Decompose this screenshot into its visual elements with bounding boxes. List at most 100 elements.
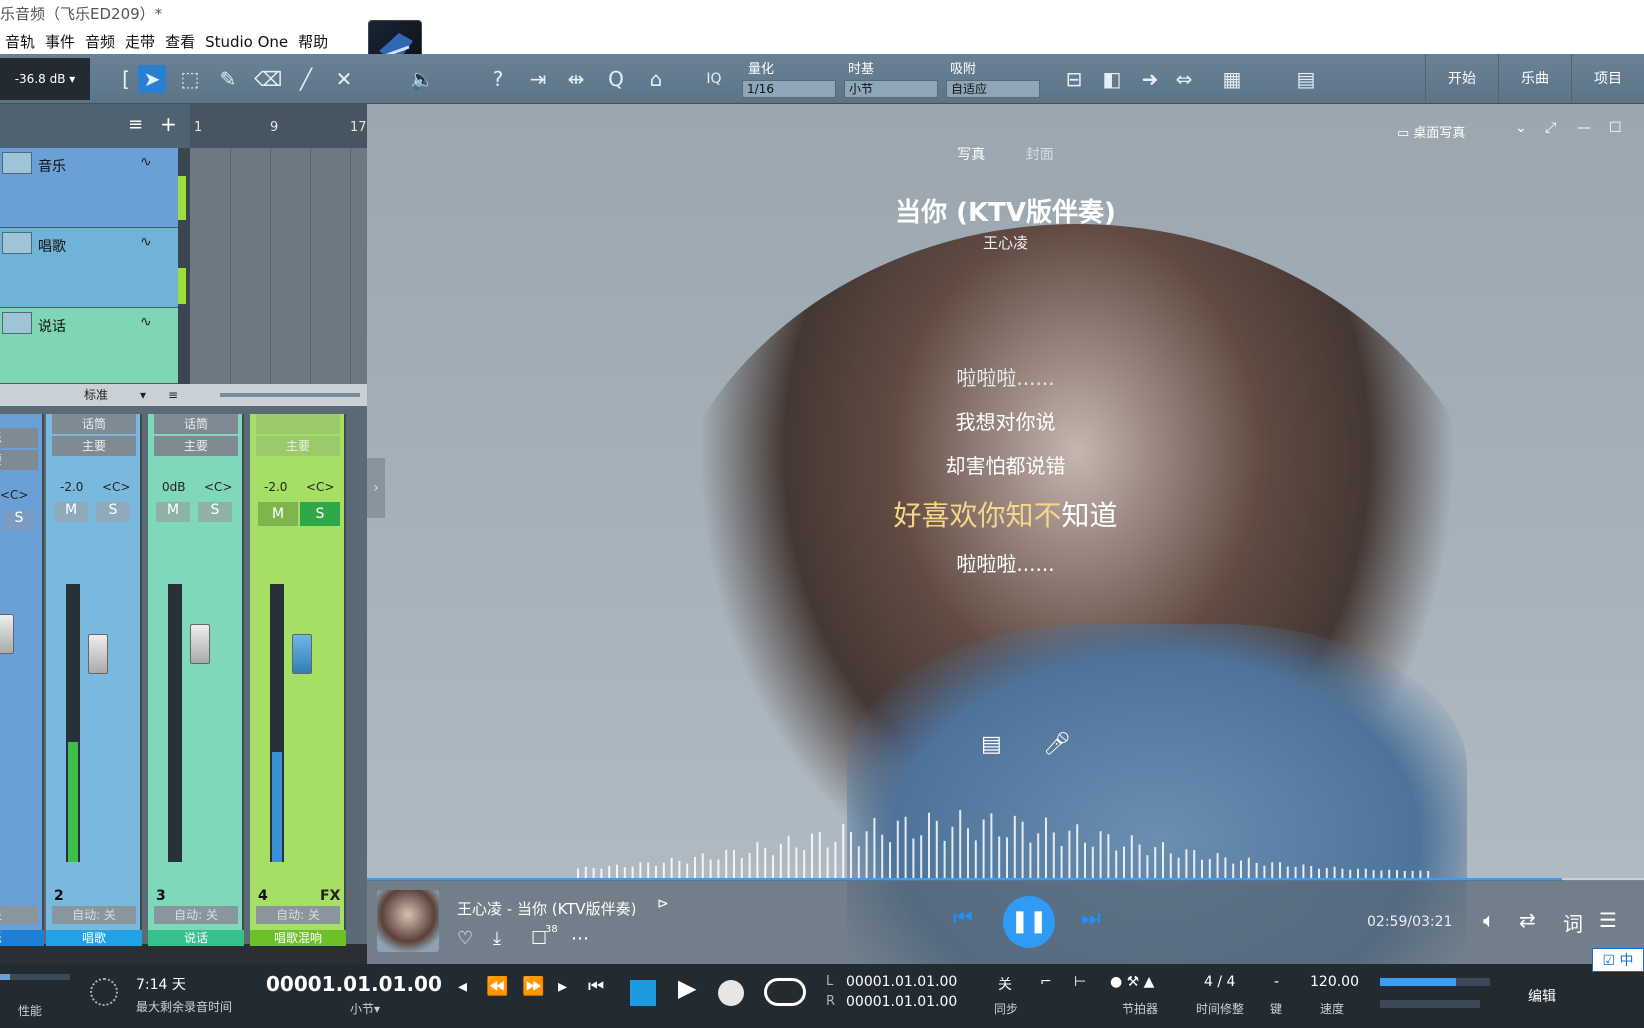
volume-fader[interactable] xyxy=(0,614,14,654)
rewind-icon[interactable]: ⏪ xyxy=(486,976,508,997)
sync-toggle[interactable]: 关 xyxy=(998,974,1012,994)
track-options-icon[interactable]: ≡ xyxy=(128,114,143,135)
time-signature[interactable]: 4 / 4 xyxy=(1204,974,1235,990)
track-music[interactable]: 音乐 ∿ xyxy=(0,148,178,228)
automation-mode[interactable]: 自动: 关 xyxy=(52,906,136,924)
collapse-icon[interactable]: ⌄ xyxy=(1515,120,1527,136)
video-icon[interactable]: ▤ xyxy=(1292,65,1320,93)
solo-button[interactable]: S xyxy=(198,502,232,522)
listen-tool-icon[interactable]: 🔈 xyxy=(408,65,436,93)
track-speaking[interactable]: 说话 ∿ xyxy=(0,308,178,384)
fullscreen-icon[interactable]: ⤢ xyxy=(1545,120,1556,136)
solo-button[interactable]: S xyxy=(4,510,34,530)
return-to-zero-icon[interactable]: ⏮ xyxy=(588,976,604,997)
tab-project[interactable]: 项目 xyxy=(1571,54,1644,104)
mixer-preset-select[interactable]: 标准 xyxy=(84,384,108,406)
chevron-right-icon[interactable]: › xyxy=(367,458,385,518)
snap-cursor-icon[interactable]: ➜ xyxy=(1136,65,1164,93)
bend-icon[interactable]: ⇹ xyxy=(562,65,590,93)
quantize-q-icon[interactable]: Q xyxy=(602,65,630,93)
record-button[interactable] xyxy=(718,980,744,1006)
punch-icon[interactable]: ⌐ xyxy=(1040,974,1052,990)
next-icon[interactable]: ⏭ xyxy=(1081,906,1101,931)
automation-mode[interactable]: 自动: 关 xyxy=(154,906,238,924)
volume-fader[interactable] xyxy=(292,634,312,674)
loop-end-icon[interactable]: ▸ xyxy=(558,976,567,997)
chevron-down-icon[interactable]: ▾ xyxy=(140,384,146,406)
pan-value[interactable]: <C> xyxy=(306,480,335,494)
tab-song[interactable]: 乐曲 xyxy=(1498,54,1571,104)
maximize-icon[interactable]: ☐ xyxy=(1609,120,1622,136)
snap-zero-icon[interactable]: ⇔ xyxy=(1170,65,1198,93)
snap-grid-icon[interactable]: ⊟ xyxy=(1060,65,1088,93)
volume-value[interactable]: -2.0 xyxy=(60,480,83,494)
ime-indicator[interactable]: ☑ 中 xyxy=(1592,948,1644,972)
output-select[interactable]: 主要 xyxy=(52,436,136,456)
timebase-select[interactable]: 小节 xyxy=(844,80,938,98)
menu-event[interactable]: 事件 xyxy=(40,30,80,54)
input-select[interactable]: 话筒 xyxy=(52,414,136,434)
volume-fader[interactable] xyxy=(88,634,108,674)
position-display[interactable]: 00001.01.01.00 xyxy=(266,972,442,996)
lyrics-button[interactable]: 词 xyxy=(1563,908,1583,937)
input-select[interactable]: 乐 xyxy=(0,428,38,448)
timeline-ruler[interactable]: 1 9 17 xyxy=(190,104,367,148)
volume-icon[interactable]: 🔈︎ xyxy=(1483,908,1495,932)
master-volume[interactable]: -36.8 dB ▾ xyxy=(0,58,90,100)
more-icon[interactable]: ⋯ xyxy=(571,928,589,949)
paint-tool-icon[interactable]: ╱ xyxy=(292,65,320,93)
monitor-button[interactable] xyxy=(2,152,32,174)
monitor-button[interactable] xyxy=(2,232,32,254)
menu-studio-one[interactable]: Studio One xyxy=(200,30,293,54)
arrow-tool-icon[interactable]: ➤ xyxy=(138,65,166,93)
menu-audio[interactable]: 音频 xyxy=(80,30,120,54)
left-locator[interactable]: 00001.01.01.00 xyxy=(846,974,957,990)
repeat-icon[interactable]: ⇄ xyxy=(1519,908,1536,932)
menu-track[interactable]: 音轨 xyxy=(0,30,40,54)
play-button[interactable]: ▶ xyxy=(678,974,696,1002)
pencil-tool-icon[interactable]: ✎ xyxy=(214,65,242,93)
solo-button[interactable]: S xyxy=(300,502,340,526)
input-select[interactable] xyxy=(256,414,340,434)
tempo-value[interactable]: 120.00 xyxy=(1310,974,1359,990)
pan-value[interactable]: <C> xyxy=(102,480,131,494)
tab-portrait[interactable]: 写真 xyxy=(957,147,985,163)
right-locator[interactable]: 00001.01.01.00 xyxy=(846,994,957,1010)
output-select[interactable]: 主要 xyxy=(154,436,238,456)
desktop-portrait-button[interactable]: ▭ 桌面写真 xyxy=(1397,122,1465,141)
menu-view[interactable]: 查看 xyxy=(160,30,200,54)
minimize-icon[interactable]: — xyxy=(1577,120,1591,136)
snap-select[interactable]: 自适应 xyxy=(946,80,1040,98)
mute-button[interactable]: M xyxy=(258,502,298,526)
snap-events-icon[interactable]: ◧ xyxy=(1098,65,1126,93)
volume-value[interactable]: -2.0 xyxy=(264,480,287,494)
edit-button[interactable]: 编辑 xyxy=(1528,986,1556,1006)
input-select[interactable]: 话筒 xyxy=(154,414,238,434)
volume-value[interactable]: 0dB xyxy=(162,480,185,494)
quantize-select[interactable]: 1/16 xyxy=(742,80,836,98)
loop-start-icon[interactable]: ◂ xyxy=(458,976,467,997)
like-icon[interactable]: ♡ xyxy=(457,928,473,949)
output-select[interactable]: 要 xyxy=(0,450,38,470)
position-unit[interactable]: 小节▾ xyxy=(350,1000,380,1017)
download-icon[interactable]: ⤓ xyxy=(493,928,501,949)
automation-mode[interactable]: 自动: 关 xyxy=(256,906,340,924)
previous-icon[interactable]: ⏮ xyxy=(953,906,973,931)
mute-tool-icon[interactable]: ✕ xyxy=(330,65,358,93)
mute-button[interactable]: M xyxy=(156,502,190,522)
split-icon[interactable]: ⇥ xyxy=(524,65,552,93)
mic-icon[interactable]: 🎤︎ xyxy=(1043,732,1071,757)
fast-forward-icon[interactable]: ⏩ xyxy=(522,976,544,997)
pan-value[interactable]: <C> xyxy=(204,480,233,494)
output-select[interactable]: 主要 xyxy=(256,436,340,456)
arrange-area[interactable] xyxy=(190,148,367,384)
iq-button[interactable]: IQ xyxy=(700,65,728,93)
menu-help[interactable]: 帮助 xyxy=(293,30,333,54)
pan-value[interactable]: <C> xyxy=(0,488,29,502)
playlist-icon[interactable]: ☰ xyxy=(1599,908,1617,932)
track-singing[interactable]: 唱歌 ∿ xyxy=(0,228,178,308)
solo-button[interactable]: S xyxy=(96,502,130,522)
menu-transport[interactable]: 走带 xyxy=(120,30,160,54)
mute-button[interactable]: M xyxy=(54,502,88,522)
tab-cover[interactable]: 封面 xyxy=(1026,147,1054,163)
